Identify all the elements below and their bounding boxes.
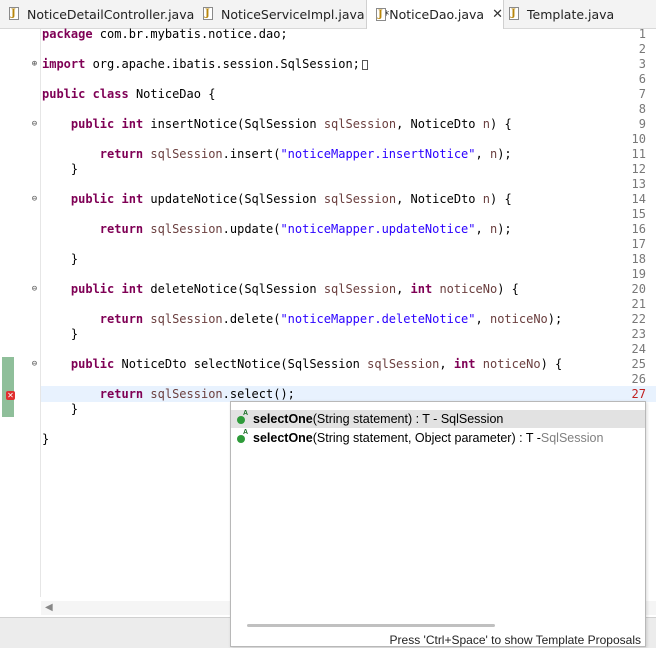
code-line-current: return sqlSession.select(); [99,387,295,402]
code-line: import org.apache.ibatis.session.SqlSess… [42,57,368,72]
code-line: return sqlSession.insert("noticeMapper.i… [99,147,512,161]
line-number: 15 [631,207,646,221]
error-marker-icon[interactable]: ✕ [6,391,15,400]
java-file-icon: J [375,7,386,22]
tab-label: Template.java [527,6,615,22]
popup-scrollbar[interactable] [247,624,495,627]
fold-toggle-icon[interactable]: ⊖ [30,195,39,204]
proposal-item[interactable]: A selectOne (String statement, Object par… [231,429,645,447]
code-line: return sqlSession.delete("noticeMapper.d… [99,312,563,326]
line-number: 3 [638,57,646,71]
line-number: 25 [631,357,646,371]
code-line: return sqlSession.update("noticeMapper.u… [99,222,512,236]
fold-toggle-icon[interactable]: ⊖ [30,360,39,369]
line-number: 1 [638,27,646,41]
error-underline: select [229,387,274,402]
scroll-left-icon[interactable]: ◀ [45,602,53,613]
close-tab-icon[interactable]: ✕ [492,7,503,22]
code-line: package com.br.mybatis.notice.dao; [42,27,288,41]
java-file-icon: J [8,7,22,21]
line-number: 18 [631,252,646,266]
template-proposals-hint[interactable]: Press 'Ctrl+Space' to show Template Prop… [390,633,641,647]
code-line: public NoticeDto selectNotice(SqlSession… [70,357,563,371]
line-number: 11 [631,147,646,161]
content-assist-popup[interactable]: A selectOne (String statement) : T - SqlS… [230,401,646,647]
line-number: 17 [631,237,646,251]
code-line: } [70,402,79,416]
code-line: public int deleteNotice(SqlSession sqlSe… [70,282,519,296]
fold-toggle-icon[interactable]: ⊕ [30,60,39,69]
line-number: 22 [631,312,646,326]
line-number: 27 [631,387,646,401]
editor-tab-bar: J NoticeDetailController.java J NoticeSe… [0,0,656,29]
line-number: 2 [638,42,646,56]
line-number: 12 [631,162,646,176]
tab-notice-dao[interactable]: J *NoticeDao.java ✕ [366,0,504,29]
line-number: 6 [638,72,646,86]
line-number: 9 [638,117,646,131]
tab-label: NoticeDetailController.java [27,6,195,22]
tab-notice-detail-controller[interactable]: J NoticeDetailController.java [8,0,194,28]
proposal-item[interactable]: A selectOne (String statement) : T - SqlS… [231,410,645,428]
code-line: public int updateNotice(SqlSession sqlSe… [70,192,512,206]
line-number-gutter [0,29,41,597]
tab-label: NoticeServiceImpl.java [221,6,365,22]
public-method-icon: A [237,429,249,444]
tab-template[interactable]: J Template.java [508,0,614,28]
line-number: 26 [631,372,646,386]
line-number: 14 [631,192,646,206]
line-number: 16 [631,222,646,236]
code-line: public int insertNotice(SqlSession sqlSe… [70,117,512,131]
code-line: } [42,432,50,446]
line-number: 8 [638,102,646,116]
code-line: } [70,162,79,176]
line-number: 20 [631,282,646,296]
change-indicator-bar [2,357,14,417]
fold-toggle-icon[interactable]: ⊖ [30,120,39,129]
line-number: 10 [631,132,646,146]
code-line: } [70,252,79,266]
line-number: 24 [631,342,646,356]
public-method-icon: A [237,410,249,425]
line-number: 23 [631,327,646,341]
java-file-icon: J [202,7,216,21]
java-file-icon: J [508,7,522,21]
line-number: 19 [631,267,646,281]
line-number: 7 [638,87,646,101]
code-line: public class NoticeDao { [42,87,216,101]
code-line: } [70,327,79,341]
line-number: 21 [631,297,646,311]
folded-import-indicator [361,59,368,70]
line-number: 13 [631,177,646,191]
tab-label: *NoticeDao.java [383,7,485,22]
tab-notice-service-impl[interactable]: J NoticeServiceImpl.java [202,0,365,28]
fold-toggle-icon[interactable]: ⊖ [30,285,39,294]
